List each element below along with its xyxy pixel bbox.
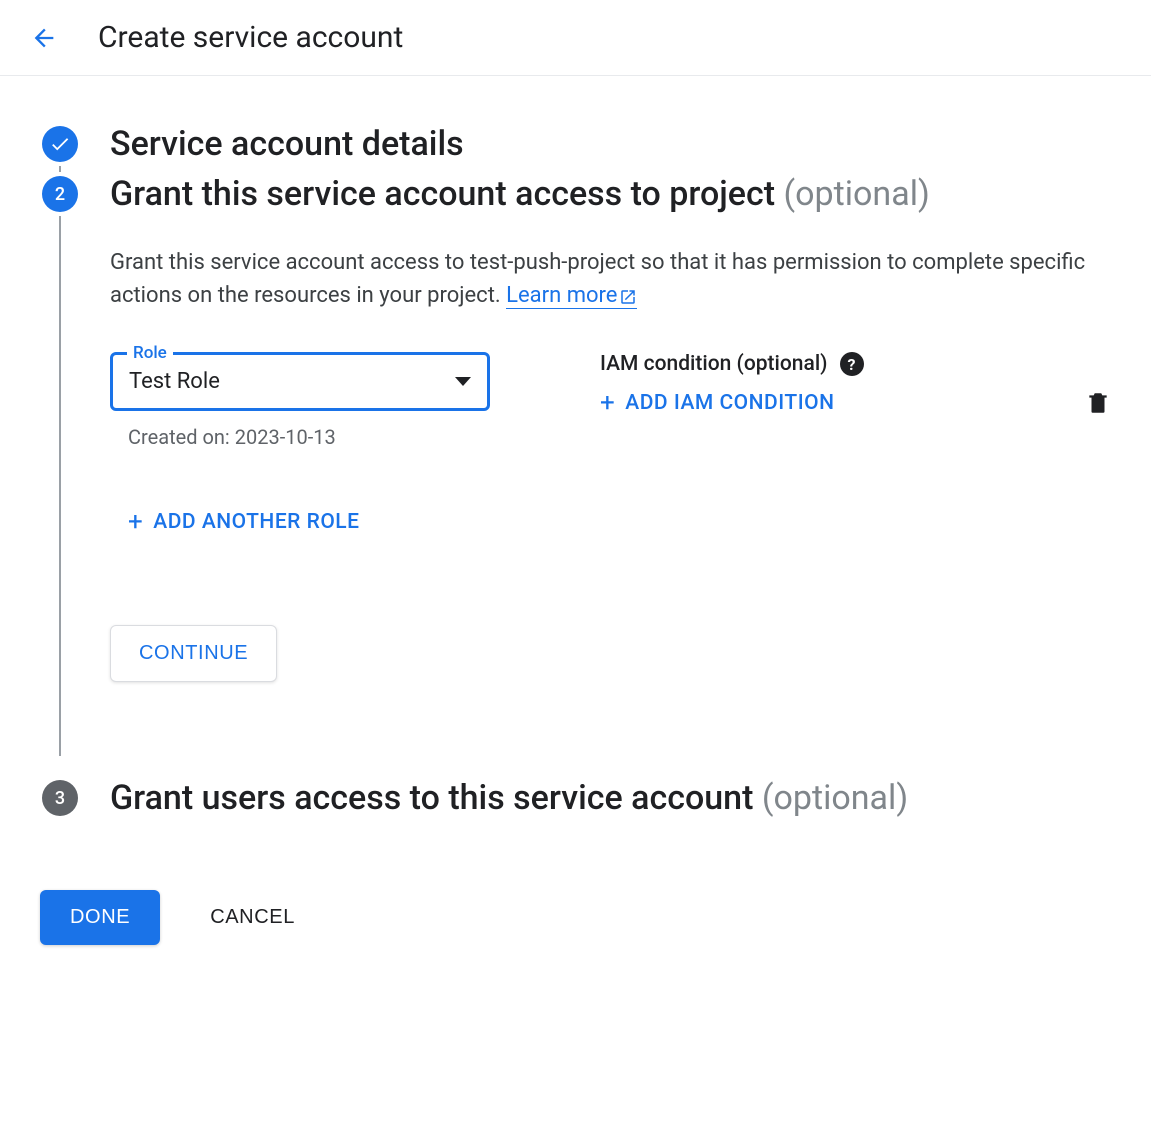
page-title: Create service account: [98, 20, 403, 55]
optional-label: (optional): [762, 778, 908, 818]
step-connector: [59, 216, 61, 756]
add-another-role-button[interactable]: + ADD ANOTHER ROLE: [128, 509, 1111, 535]
iam-condition-label: IAM condition (optional): [600, 352, 828, 376]
add-iam-condition-button[interactable]: + ADD IAM CONDITION: [600, 390, 864, 416]
step-connector: [59, 166, 61, 172]
done-button[interactable]: DONE: [40, 890, 160, 945]
step-2-title: Grant this service account access to pro…: [110, 172, 1111, 216]
role-select[interactable]: Role Test Role: [110, 352, 490, 411]
cancel-button[interactable]: CANCEL: [210, 906, 295, 929]
step-2-title-text: Grant this service account access to pro…: [110, 174, 775, 214]
add-role-label: ADD ANOTHER ROLE: [153, 510, 359, 534]
step-1-title: Service account details: [110, 122, 1111, 166]
step-3-title: Grant users access to this service accou…: [110, 776, 1111, 820]
trash-icon: [1085, 389, 1111, 417]
plus-icon: +: [600, 390, 615, 416]
dropdown-arrow-icon: [455, 377, 471, 386]
page-header: Create service account: [0, 0, 1151, 76]
role-field-value: Test Role: [129, 369, 220, 394]
continue-button[interactable]: CONTINUE: [110, 625, 277, 682]
role-helper-text: Created on: 2023-10-13: [128, 425, 490, 449]
iam-condition-header: IAM condition (optional) ?: [600, 352, 864, 376]
add-iam-label: ADD IAM CONDITION: [625, 391, 834, 415]
delete-role-button[interactable]: [1085, 381, 1111, 421]
step-2-number: 2: [42, 176, 78, 212]
step-2-description: Grant this service account access to tes…: [110, 246, 1111, 312]
role-field-label: Role: [127, 343, 173, 363]
learn-more-link[interactable]: Learn more: [506, 283, 637, 309]
back-arrow-icon[interactable]: [30, 24, 58, 52]
step-3-title-text: Grant users access to this service accou…: [110, 778, 753, 818]
step-3-number: 3: [42, 780, 78, 816]
plus-icon: +: [128, 509, 143, 535]
learn-more-text: Learn more: [506, 283, 617, 308]
help-icon[interactable]: ?: [840, 352, 864, 376]
optional-label: (optional): [784, 174, 930, 214]
step-1-check-icon: [42, 126, 78, 162]
external-link-icon: [619, 288, 637, 306]
